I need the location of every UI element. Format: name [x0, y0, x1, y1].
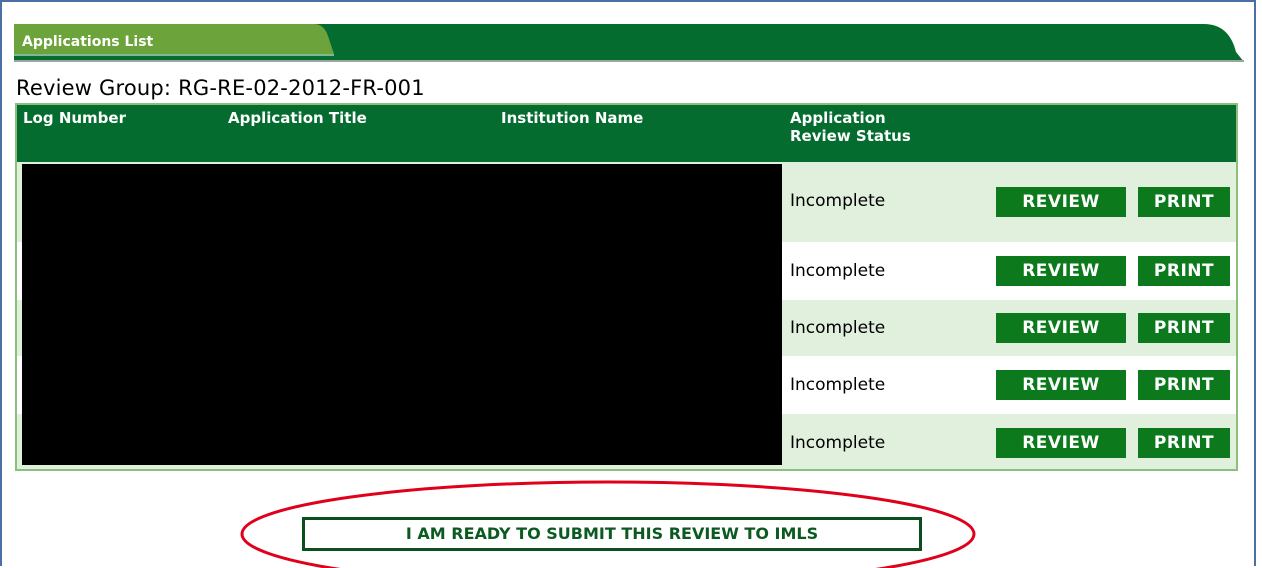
review-status: Incomplete: [790, 375, 886, 395]
column-review-status-line2: Review Status: [790, 127, 911, 145]
review-status: Incomplete: [790, 433, 886, 453]
print-button[interactable]: PRINT: [1138, 370, 1230, 400]
print-button[interactable]: PRINT: [1138, 187, 1230, 217]
review-status: Incomplete: [790, 191, 886, 211]
review-button[interactable]: REVIEW: [996, 370, 1126, 400]
print-button[interactable]: PRINT: [1138, 428, 1230, 458]
review-button[interactable]: REVIEW: [996, 313, 1126, 343]
panel-tab-bar: Applications List: [14, 24, 1244, 62]
review-group-value: RG-RE-02-2012-FR-001: [178, 76, 425, 100]
review-group-label: Review Group:: [16, 76, 172, 100]
review-status: Incomplete: [790, 261, 886, 281]
tab-bar-shape: [14, 24, 1244, 62]
column-institution-name: Institution Name: [501, 109, 644, 127]
column-review-status-line1: Application: [790, 109, 886, 127]
review-group-line: Review Group: RG-RE-02-2012-FR-001: [16, 76, 425, 100]
submit-review-button[interactable]: I AM READY TO SUBMIT THIS REVIEW TO IMLS: [302, 517, 922, 551]
column-application-title: Application Title: [228, 109, 367, 127]
review-button[interactable]: REVIEW: [996, 428, 1126, 458]
tab-title[interactable]: Applications List: [22, 34, 153, 50]
review-status: Incomplete: [790, 318, 886, 338]
review-button[interactable]: REVIEW: [996, 256, 1126, 286]
column-review-status: Application Review Status: [790, 109, 911, 145]
print-button[interactable]: PRINT: [1138, 256, 1230, 286]
review-button[interactable]: REVIEW: [996, 187, 1126, 217]
print-button[interactable]: PRINT: [1138, 313, 1230, 343]
column-log-number: Log Number: [23, 109, 126, 127]
table-header: Log Number Application Title Institution…: [17, 105, 1236, 162]
redacted-block: [22, 164, 782, 465]
applications-table: Log Number Application Title Institution…: [15, 103, 1238, 471]
